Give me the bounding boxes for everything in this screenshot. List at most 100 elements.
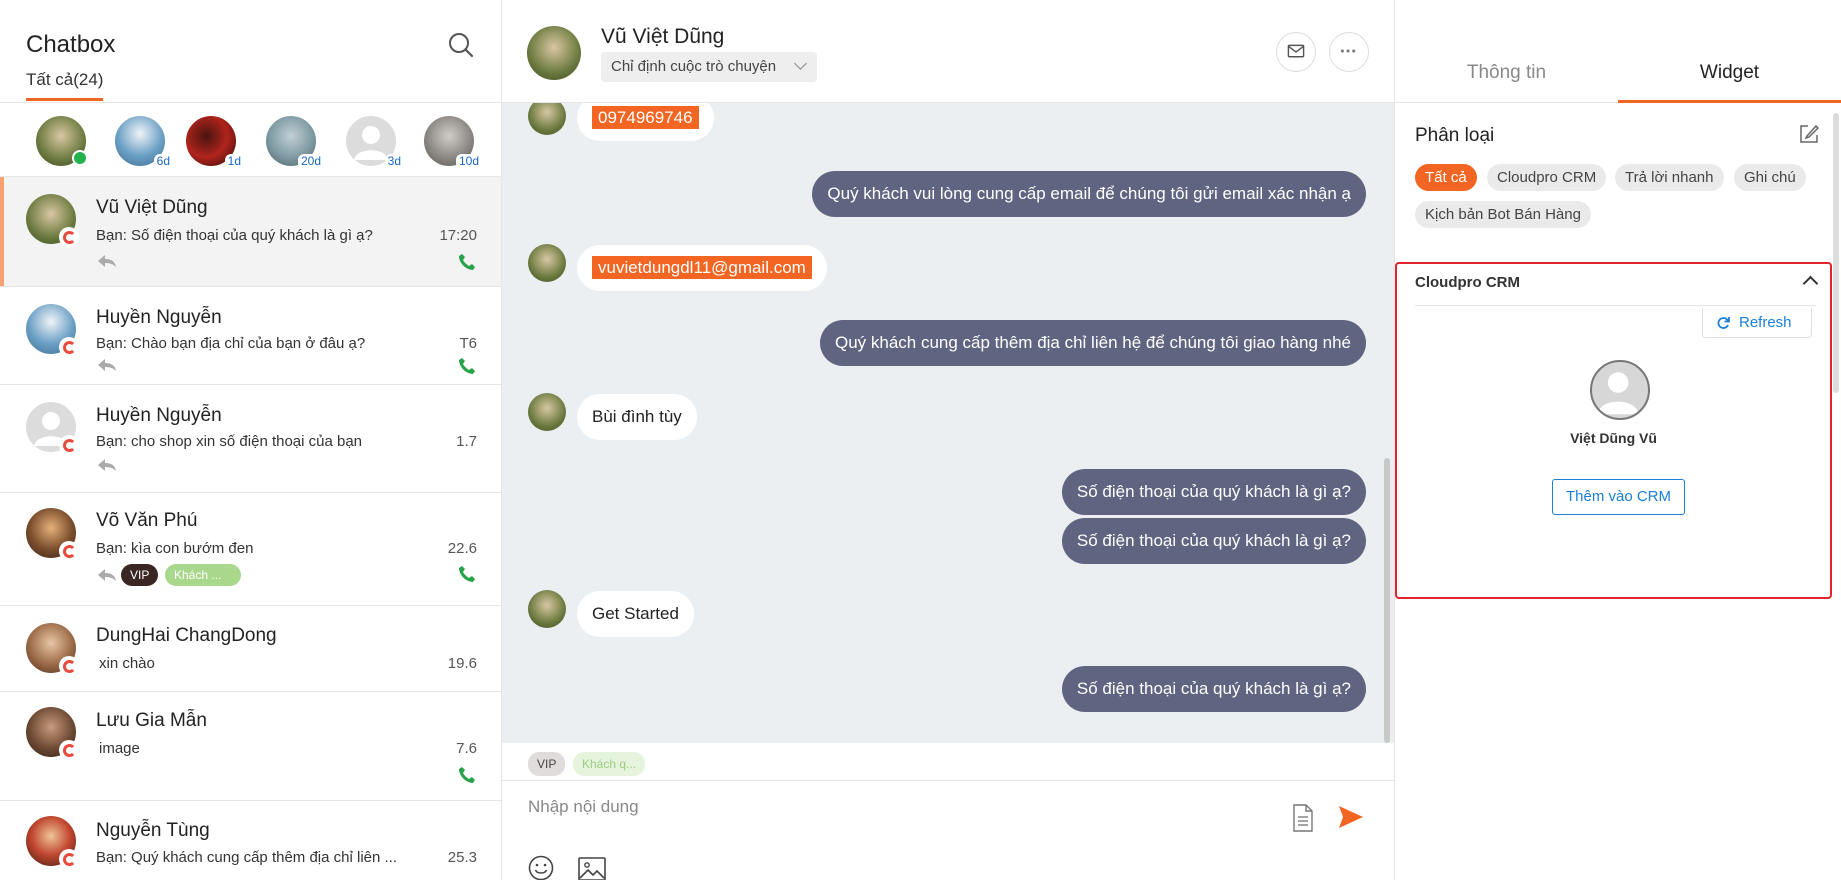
conversation-preview: Bạn: Số điện thoại của quý khách là gì ạ…	[96, 227, 373, 244]
recent-avatar[interactable]: 3d	[346, 116, 404, 169]
reply-icon	[98, 569, 116, 581]
email-button[interactable]	[1276, 32, 1316, 72]
conversation-time: 7.6	[456, 740, 477, 757]
conversation-time: T6	[459, 335, 477, 352]
highlighted-text[interactable]: vuvietdungdl11@gmail.com	[592, 256, 812, 279]
conversation-item[interactable]: Vũ Việt Dũng Bạn: Số điện thoại của quý …	[0, 177, 501, 287]
chip-notes[interactable]: Ghi chú	[1734, 164, 1806, 191]
more-icon	[1340, 49, 1356, 53]
message-scrollbar[interactable]	[1384, 458, 1390, 743]
conversation-item[interactable]: Lưu Gia Mẫn image 7.6	[0, 692, 501, 801]
recent-badge: 1d	[224, 154, 244, 169]
chip-all[interactable]: Tất cả	[1415, 164, 1477, 191]
chip-quick-reply[interactable]: Trả lời nhanh	[1615, 164, 1724, 191]
tag-customer[interactable]: Khách q...	[573, 752, 646, 776]
recent-badge: 3d	[384, 154, 404, 169]
contact-name: Vũ Việt Dũng	[601, 25, 725, 48]
message-list[interactable]: 0974969746 Quý khách vui lòng cung cấp e…	[502, 103, 1394, 743]
messenger-badge-icon	[59, 849, 79, 869]
conversation-item[interactable]: DungHai ChangDong xin chào 19.6	[0, 606, 501, 692]
chat-panel: Vũ Việt Dũng Chỉ định cuộc trò chuyện 09…	[502, 0, 1394, 880]
message-incoming: Get Started	[577, 591, 694, 637]
conversation-item[interactable]: Nguyễn Tùng Bạn: Quý khách cung cấp thêm…	[0, 801, 501, 880]
avatar	[527, 26, 581, 80]
conversation-sidebar: Chatbox Tất cả(24) 6d 1d 20d 3d 10d Vũ V…	[0, 0, 502, 880]
messenger-badge-icon	[59, 541, 79, 561]
conversation-item[interactable]: Huyền Nguyễn Bạn: Chào bạn địa chỉ của b…	[0, 287, 501, 385]
chevron-up-icon[interactable]	[1802, 275, 1819, 292]
chip-sales-bot-script[interactable]: Kịch bản Bot Bán Hàng	[1415, 201, 1591, 228]
phone-icon[interactable]	[458, 565, 476, 583]
sidebar-header: Chatbox Tất cả(24)	[0, 0, 501, 103]
search-icon[interactable]	[446, 30, 476, 60]
tab-widget[interactable]: Widget	[1618, 0, 1841, 103]
default-avatar-icon	[1597, 372, 1639, 415]
category-title: Phân loại	[1415, 125, 1495, 146]
avatar	[1590, 360, 1650, 420]
document-icon[interactable]	[1292, 804, 1314, 832]
recent-avatar[interactable]: 1d	[186, 116, 244, 169]
tag-vip[interactable]: VIP	[528, 752, 566, 776]
conversation-item[interactable]: Võ Văn Phú Bạn: kìa con bướm đen 22.6 VI…	[0, 493, 501, 606]
conversation-time: 25.3	[447, 849, 477, 866]
phone-icon[interactable]	[458, 766, 476, 784]
highlighted-text[interactable]: 0974969746	[592, 106, 699, 129]
recent-badge: 6d	[153, 154, 173, 169]
chat-header: Vũ Việt Dũng Chỉ định cuộc trò chuyện	[502, 0, 1394, 103]
reply-icon	[98, 359, 116, 371]
recent-avatar[interactable]: 6d	[115, 116, 173, 169]
recent-avatar[interactable]: 10d	[424, 116, 482, 169]
reply-icon	[98, 459, 116, 471]
avatar	[26, 623, 79, 676]
conversation-time: 1.7	[456, 433, 477, 450]
message-incoming: 0974969746	[577, 103, 714, 141]
mail-icon	[1287, 44, 1305, 58]
conversation-preview: image	[99, 740, 140, 757]
conversation-name: Vũ Việt Dũng	[96, 197, 208, 218]
phone-icon[interactable]	[458, 357, 476, 375]
avatar	[26, 816, 79, 869]
conversation-preview: xin chào	[99, 655, 155, 672]
filter-tab-all[interactable]: Tất cả(24)	[26, 70, 104, 101]
avatar	[528, 103, 566, 135]
edit-icon[interactable]	[1798, 123, 1820, 145]
emoji-icon[interactable]	[528, 855, 554, 880]
messenger-badge-icon	[59, 227, 79, 247]
message-input[interactable]: Nhập nội dung	[528, 797, 639, 817]
message-outgoing: Quý khách vui lòng cung cấp email để chú…	[812, 171, 1366, 217]
message-outgoing: Số điện thoại của quý khách là gì ạ?	[1061, 518, 1366, 564]
sidebar-title: Chatbox	[26, 31, 116, 58]
refresh-label: Refresh	[1739, 314, 1792, 331]
chip-cloudpro-crm[interactable]: Cloudpro CRM	[1487, 164, 1607, 191]
avatar	[528, 244, 566, 282]
online-indicator	[72, 150, 88, 166]
refresh-button[interactable]: Refresh	[1702, 308, 1812, 338]
panel-scrollbar[interactable]	[1833, 113, 1839, 393]
conversation-name: Huyền Nguyễn	[96, 307, 222, 328]
message-outgoing: Quý khách cung cấp thêm địa chỉ liên hệ …	[819, 320, 1366, 366]
conversation-tags: VIP Khách q...	[502, 743, 1394, 781]
conversation-item[interactable]: Huyền Nguyễn Bạn: cho shop xin số điện t…	[0, 385, 501, 493]
send-icon[interactable]	[1338, 805, 1364, 829]
conversation-name: Lưu Gia Mẫn	[96, 710, 207, 731]
conversation-time: 17:20	[439, 227, 477, 244]
add-to-crm-button[interactable]: Thêm vào CRM	[1552, 479, 1685, 515]
recent-avatar[interactable]	[36, 116, 88, 166]
divider	[1415, 305, 1816, 306]
avatar	[528, 590, 566, 628]
conversation-name: Nguyễn Tùng	[96, 820, 210, 841]
conversation-preview: Bạn: cho shop xin số điện thoại của bạn	[96, 433, 363, 450]
reply-icon	[98, 255, 116, 267]
conversation-preview: Bạn: Quý khách cung cấp thêm địa chỉ liê…	[96, 849, 398, 866]
messenger-badge-icon	[59, 435, 79, 455]
image-icon[interactable]	[578, 857, 606, 880]
more-options-button[interactable]	[1329, 32, 1369, 72]
tab-info[interactable]: Thông tin	[1395, 0, 1618, 103]
messenger-badge-icon	[59, 337, 79, 357]
recent-avatar[interactable]: 20d	[266, 116, 324, 169]
recent-badge: 10d	[455, 154, 482, 169]
details-panel: Thông tin Widget Phân loại Tất cả Cloudp…	[1394, 0, 1841, 880]
phone-icon[interactable]	[458, 253, 476, 271]
details-tabs: Thông tin Widget	[1395, 0, 1841, 103]
assign-conversation-dropdown[interactable]: Chỉ định cuộc trò chuyện	[601, 52, 817, 82]
